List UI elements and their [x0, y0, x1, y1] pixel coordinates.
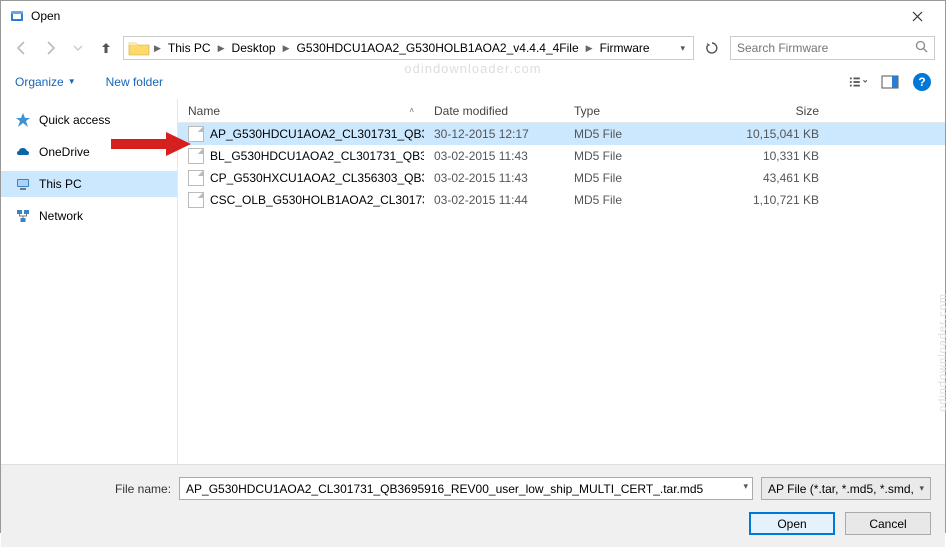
titlebar: Open — [1, 1, 945, 31]
chevron-right-icon[interactable]: ▶ — [281, 43, 292, 54]
file-type: MD5 File — [564, 171, 709, 185]
file-icon — [188, 192, 204, 208]
file-rows: AP_G530HDCU1AOA2_CL301731_QB3695... 30-1… — [178, 123, 945, 464]
file-row[interactable]: BL_G530HDCU1AOA2_CL301731_QB3695... 03-0… — [178, 145, 945, 167]
file-row[interactable]: CP_G530HXCU1AOA2_CL356303_QB3691... 03-0… — [178, 167, 945, 189]
quick-access-icon — [15, 112, 31, 128]
window-title: Open — [31, 9, 897, 23]
file-list: Name˄ Date modified Type Size AP_G530HDC… — [178, 99, 945, 464]
breadcrumb[interactable]: ▶ This PC ▶ Desktop ▶ G530HDCU1AOA2_G530… — [123, 36, 694, 60]
this-pc-icon — [15, 176, 31, 192]
sidebar: Quick access OneDrive This PC Network — [1, 99, 178, 464]
column-type[interactable]: Type — [564, 104, 709, 118]
search-input[interactable] — [737, 41, 915, 55]
chevron-right-icon[interactable]: ▶ — [216, 43, 227, 54]
help-button[interactable]: ? — [913, 73, 931, 91]
file-size: 1,10,721 KB — [709, 193, 839, 207]
breadcrumb-item[interactable]: Firmware — [597, 39, 653, 57]
file-type: MD5 File — [564, 127, 709, 141]
chevron-right-icon[interactable]: ▶ — [584, 43, 595, 54]
filename-label: File name: — [115, 482, 171, 496]
back-button[interactable] — [11, 37, 33, 59]
file-icon — [188, 148, 204, 164]
sidebar-item-label: Network — [39, 209, 83, 223]
sidebar-item-label: OneDrive — [39, 145, 90, 159]
app-icon — [9, 8, 25, 24]
file-date: 03-02-2015 11:43 — [424, 171, 564, 185]
filter-label: AP File (*.tar, *.md5, *.smd, *.gz — [768, 482, 915, 496]
open-button[interactable]: Open — [749, 512, 835, 535]
refresh-button[interactable] — [700, 36, 724, 60]
chevron-down-icon[interactable]: ▾ — [676, 43, 689, 54]
sidebar-item-this-pc[interactable]: This PC — [1, 171, 177, 197]
main-area: Quick access OneDrive This PC Network Na… — [1, 99, 945, 464]
new-folder-button[interactable]: New folder — [106, 75, 163, 89]
navbar: ▶ This PC ▶ Desktop ▶ G530HDCU1AOA2_G530… — [1, 31, 945, 65]
file-date: 30-12-2015 12:17 — [424, 127, 564, 141]
file-icon — [188, 126, 204, 142]
file-type-filter[interactable]: AP File (*.tar, *.md5, *.smd, *.gz ▾ — [761, 477, 931, 500]
sort-indicator-icon: ˄ — [409, 106, 414, 115]
breadcrumb-item[interactable]: G530HDCU1AOA2_G530HOLB1AOA2_v4.4.4_4File — [293, 39, 581, 57]
chevron-right-icon[interactable]: ▶ — [152, 43, 163, 54]
toolbar: Organize ▼ New folder ? — [1, 65, 945, 99]
file-size: 10,331 KB — [709, 149, 839, 163]
folder-icon — [128, 39, 150, 57]
file-name: AP_G530HDCU1AOA2_CL301731_QB3695... — [210, 127, 424, 141]
file-size: 43,461 KB — [709, 171, 839, 185]
chevron-down-icon: ▾ — [919, 483, 924, 494]
column-headers: Name˄ Date modified Type Size — [178, 99, 945, 123]
network-icon — [15, 208, 31, 224]
file-name: CSC_OLB_G530HOLB1AOA2_CL301731_Q... — [210, 193, 424, 207]
bottom-panel: File name: ▾ AP File (*.tar, *.md5, *.sm… — [1, 464, 945, 547]
column-size[interactable]: Size — [709, 104, 839, 118]
organize-label: Organize — [15, 75, 64, 89]
search-box[interactable] — [730, 36, 935, 60]
sidebar-item-label: This PC — [39, 177, 82, 191]
preview-pane-button[interactable] — [881, 73, 899, 91]
column-date[interactable]: Date modified — [424, 104, 564, 118]
organize-menu[interactable]: Organize ▼ — [15, 75, 76, 89]
sidebar-item-label: Quick access — [39, 113, 110, 127]
search-icon[interactable] — [915, 40, 928, 56]
column-name[interactable]: Name˄ — [178, 104, 424, 118]
up-button[interactable] — [95, 37, 117, 59]
sidebar-item-onedrive[interactable]: OneDrive — [1, 139, 177, 165]
file-type: MD5 File — [564, 149, 709, 163]
filename-input[interactable] — [179, 477, 753, 500]
recent-button[interactable] — [67, 37, 89, 59]
chevron-down-icon: ▼ — [68, 77, 76, 86]
file-row[interactable]: CSC_OLB_G530HOLB1AOA2_CL301731_Q... 03-0… — [178, 189, 945, 211]
forward-button[interactable] — [39, 37, 61, 59]
file-date: 03-02-2015 11:44 — [424, 193, 564, 207]
breadcrumb-item[interactable]: Desktop — [229, 39, 279, 57]
sidebar-item-network[interactable]: Network — [1, 203, 177, 229]
onedrive-icon — [15, 144, 31, 160]
breadcrumb-item[interactable]: This PC — [165, 39, 214, 57]
close-button[interactable] — [897, 1, 937, 31]
cancel-button[interactable]: Cancel — [845, 512, 931, 535]
sidebar-item-quick-access[interactable]: Quick access — [1, 107, 177, 133]
file-icon — [188, 170, 204, 186]
chevron-down-icon[interactable]: ▾ — [743, 481, 748, 492]
view-options-button[interactable] — [849, 73, 867, 91]
file-type: MD5 File — [564, 193, 709, 207]
file-row[interactable]: AP_G530HDCU1AOA2_CL301731_QB3695... 30-1… — [178, 123, 945, 145]
file-size: 10,15,041 KB — [709, 127, 839, 141]
file-name: BL_G530HDCU1AOA2_CL301731_QB3695... — [210, 149, 424, 163]
file-date: 03-02-2015 11:43 — [424, 149, 564, 163]
file-name: CP_G530HXCU1AOA2_CL356303_QB3691... — [210, 171, 424, 185]
